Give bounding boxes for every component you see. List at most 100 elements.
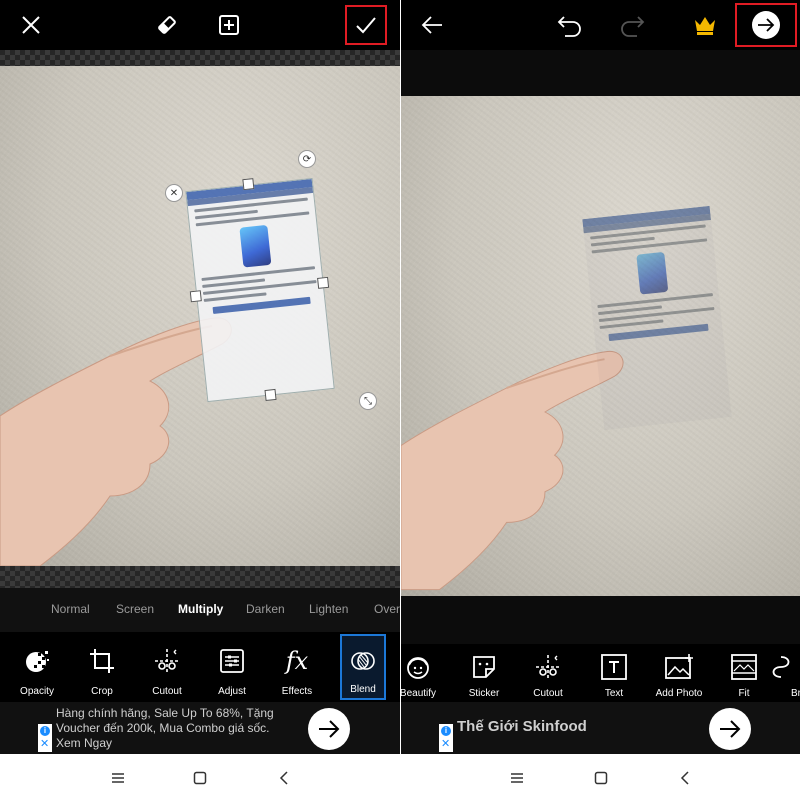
rotate-icon: ⟳ <box>302 153 312 165</box>
redo-icon <box>621 16 645 37</box>
chevron-left-icon <box>279 771 288 785</box>
cutout-icon <box>155 649 179 673</box>
adjust-icon <box>220 649 244 673</box>
blend-mode-selector: Normal Screen Multiply Darken Lighten Ov… <box>0 588 400 632</box>
menu-icon <box>511 773 523 783</box>
x-icon <box>22 16 40 34</box>
tool-brush[interactable]: Br <box>769 644 800 702</box>
tool-label: Sticker <box>468 688 500 699</box>
ad-choices[interactable]: i ✕ <box>38 724 52 752</box>
beautify-icon <box>407 657 429 679</box>
resize-handle-left[interactable] <box>189 290 202 303</box>
overlay-layer[interactable] <box>185 177 335 403</box>
tool-sticker[interactable]: Sticker <box>451 644 517 702</box>
add-photo-icon <box>665 654 693 679</box>
ad-go-button[interactable] <box>709 708 751 750</box>
info-icon: i <box>40 726 50 736</box>
add-layer-button[interactable] <box>210 6 248 44</box>
home-icon <box>594 771 608 785</box>
undo-button[interactable] <box>551 6 589 44</box>
blend-mode-darken[interactable]: Darken <box>246 602 285 616</box>
blend-mode-lighten[interactable]: Lighten <box>309 602 348 616</box>
tool-cutout[interactable]: Cutout <box>515 644 581 702</box>
menu-button[interactable] <box>507 768 527 788</box>
tool-label: Br <box>791 688 800 699</box>
apply-button[interactable] <box>345 5 387 45</box>
undo-icon <box>557 16 581 37</box>
premium-button[interactable] <box>686 6 724 44</box>
tool-text[interactable]: Text <box>581 644 647 702</box>
menu-button[interactable] <box>108 768 128 788</box>
rotate-handle[interactable]: ⟳ <box>298 150 316 168</box>
tool-opacity[interactable]: Opacity <box>4 632 70 702</box>
left-editor-screen: ✕ ⟳ ⤡ Normal Screen Multiply Darken Ligh… <box>0 0 400 801</box>
crop-icon <box>90 649 114 673</box>
right-editor-screen: Beautify Sticker Cutout Text Add Photo F… <box>401 0 800 801</box>
overlay-screenshot-image <box>185 177 335 403</box>
tool-label: Adjust <box>218 686 246 697</box>
next-button[interactable] <box>735 3 797 47</box>
home-icon <box>193 771 207 785</box>
blend-mode-multiply[interactable]: Multiply <box>178 602 223 616</box>
resize-handle-right[interactable] <box>317 276 330 289</box>
text-icon <box>601 654 627 680</box>
blend-mode-screen[interactable]: Screen <box>116 602 154 616</box>
close-icon: ✕ <box>40 738 50 750</box>
ad-text: Hàng chính hãng, Sale Up To 68%, Tặng Vo… <box>56 706 274 750</box>
canvas-photo[interactable] <box>401 96 800 596</box>
tool-effects[interactable]: fx Effects <box>264 632 330 702</box>
scale-handle[interactable]: ⤡ <box>359 392 377 410</box>
ad-banner[interactable]: i ✕ Hàng chính hãng, Sale Up To 68%, Tặng… <box>0 702 400 754</box>
tool-label: Beautify <box>401 688 437 699</box>
canvas-photo[interactable]: ✕ ⟳ ⤡ <box>0 66 400 566</box>
blend-icon <box>351 652 375 670</box>
tool-crop[interactable]: Crop <box>69 632 135 702</box>
check-icon <box>356 17 376 34</box>
blend-mode-normal[interactable]: Normal <box>51 602 90 616</box>
system-back-button[interactable] <box>274 768 294 788</box>
blend-mode-overlay[interactable]: Over <box>374 602 400 616</box>
transparency-strip-bottom <box>0 566 400 588</box>
ad-banner[interactable]: i ✕ Thế Giới Skinfood <box>401 702 800 754</box>
tool-adjust[interactable]: Adjust <box>199 632 265 702</box>
tool-label: Opacity <box>20 686 54 697</box>
home-button[interactable] <box>591 768 611 788</box>
chevron-left-icon <box>680 771 689 785</box>
fit-icon <box>731 654 757 680</box>
arrow-right-circle-icon <box>752 11 780 39</box>
tool-label: Crop <box>91 686 113 697</box>
redo-button[interactable] <box>613 6 651 44</box>
arrow-left-icon <box>421 16 442 34</box>
tool-cutout[interactable]: Cutout <box>134 632 200 702</box>
cutout-icon <box>536 655 560 679</box>
close-button[interactable] <box>12 6 50 44</box>
blended-screenshot-image <box>582 205 732 431</box>
x-icon: ✕ <box>169 187 179 199</box>
tool-beautify[interactable]: Beautify <box>401 644 451 702</box>
tool-label: Cutout <box>533 688 563 699</box>
ad-go-button[interactable] <box>308 708 350 750</box>
resize-icon: ⤡ <box>364 395 372 407</box>
tool-fit[interactable]: Fit <box>711 644 777 702</box>
tool-add-photo[interactable]: Add Photo <box>646 644 712 702</box>
remove-layer-button[interactable]: ✕ <box>165 184 183 202</box>
system-navigation-bar <box>0 754 400 801</box>
eraser-button[interactable] <box>148 6 186 44</box>
transparency-strip <box>0 50 400 66</box>
info-icon: i <box>441 726 451 736</box>
ad-choices[interactable]: i ✕ <box>439 724 453 752</box>
brush-icon <box>772 656 790 678</box>
plus-square-icon <box>219 15 239 35</box>
resize-handle-top[interactable] <box>242 178 255 191</box>
tool-label: Blend <box>350 684 376 695</box>
resize-handle-bottom[interactable] <box>264 388 277 402</box>
system-back-button[interactable] <box>675 768 695 788</box>
tool-label: Effects <box>281 686 313 697</box>
arrow-right-icon <box>720 720 741 738</box>
tool-label: Cutout <box>152 686 182 697</box>
tool-blend[interactable]: Blend <box>340 634 386 700</box>
fx-icon: fx <box>285 647 309 675</box>
back-button[interactable] <box>413 6 451 44</box>
home-button[interactable] <box>190 768 210 788</box>
top-toolbar <box>401 0 800 50</box>
